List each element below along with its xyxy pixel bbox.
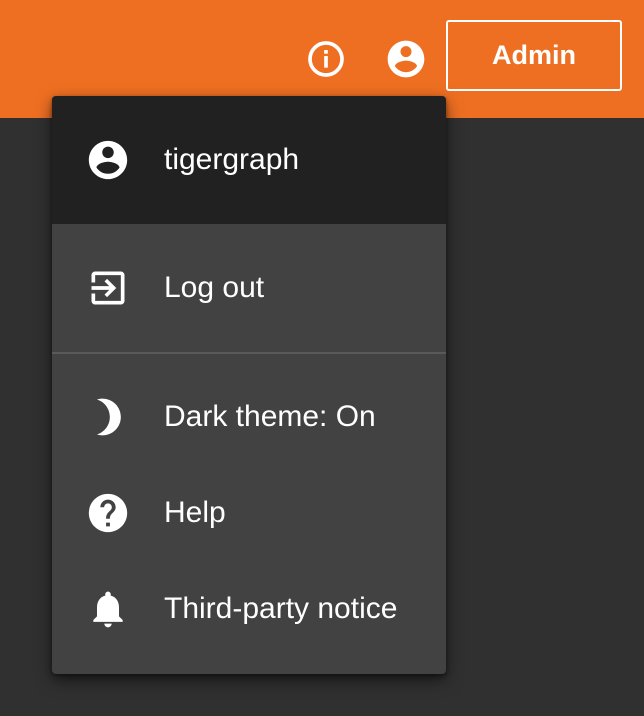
menu-user-item[interactable]: tigergraph xyxy=(52,112,446,208)
account-menu: tigergraph Log out Dark theme: On Help T… xyxy=(52,96,446,674)
bell-icon xyxy=(93,591,123,628)
help-icon xyxy=(88,493,128,533)
info-button[interactable] xyxy=(304,37,348,81)
menu-divider xyxy=(52,352,446,354)
account-circle-icon xyxy=(387,40,425,78)
menu-item-logout[interactable]: Log out xyxy=(52,240,446,336)
account-button[interactable] xyxy=(384,37,428,81)
menu-user-icon-wrap xyxy=(84,136,132,184)
menu-logout-icon-wrap xyxy=(84,264,132,312)
menu-item-label: Third-party notice xyxy=(164,592,398,625)
menu-bell-icon-wrap xyxy=(84,585,132,633)
admin-button[interactable]: Admin xyxy=(446,20,622,91)
menu-item-label: Log out xyxy=(164,271,265,304)
info-icon xyxy=(308,41,344,77)
moon-icon xyxy=(97,398,121,436)
menu-theme-icon-wrap xyxy=(84,393,132,441)
logout-icon xyxy=(91,271,125,305)
menu-item-third-party-notice[interactable]: Third-party notice xyxy=(52,561,446,657)
menu-item-label: Dark theme: On xyxy=(164,400,376,433)
menu-item-label: Help xyxy=(164,496,226,529)
menu-user-label: tigergraph xyxy=(164,143,300,176)
menu-item-help[interactable]: Help xyxy=(52,465,446,561)
account-circle-icon xyxy=(88,140,128,180)
menu-item-dark-theme[interactable]: Dark theme: On xyxy=(52,369,446,465)
menu-help-icon-wrap xyxy=(84,489,132,537)
